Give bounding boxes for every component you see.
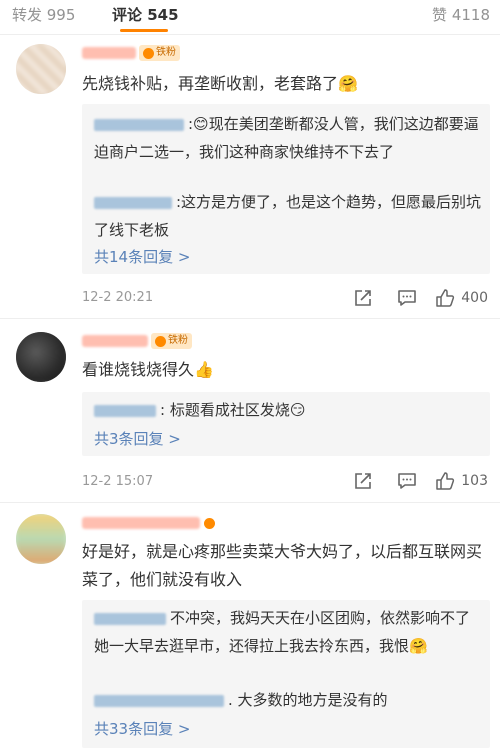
comment-text: 看谁烧钱烧得久👍 [82,360,214,379]
comment-text: 好是好，就是心疼那些卖菜大爷大妈了，以后都互联网买菜了，他们就没有收入 [82,542,483,589]
reply-box[interactable]: : 标题看成社区发烧😏 共3条回复 > [82,392,490,456]
avatar[interactable] [16,514,66,564]
share-icon [355,473,372,489]
like-button[interactable]: 400 [435,288,488,308]
reply-box[interactable]: :😊现在美团垄断都没人管，我们这边都要逼迫商户二选一，我们这种商家快维持不下去了… [82,104,490,274]
more-replies-link[interactable]: 共33条回复 > [94,718,190,739]
thumbs-up-icon [436,472,455,490]
fan-badge-icon [204,517,215,529]
reply-username[interactable] [94,118,184,131]
reply-username[interactable] [94,404,156,417]
tab-likes[interactable]: 赞 4118 [432,4,490,25]
username[interactable] [82,514,215,532]
tab-comments[interactable]: 评论 545 [112,4,179,25]
comment-text: 先烧钱补贴，再垄断收割，老套路了🤗 [82,74,358,93]
fan-badge: 铁粉 [139,45,180,61]
comment-button[interactable] [385,287,429,309]
tab-repost[interactable]: 转发 995 [12,4,75,25]
comment-divider [0,502,500,503]
username[interactable]: 铁粉 [82,332,192,350]
comment-time: 12-2 20:21 [82,290,154,305]
comment-actions: 400 [341,287,488,309]
share-icon [355,290,372,306]
reply-username[interactable] [94,612,166,625]
comment-actions: 103 [341,470,488,492]
fan-badge-icon [155,335,166,347]
like-button[interactable]: 103 [435,471,488,491]
comment-icon [398,290,417,306]
fan-badge-icon [143,47,154,59]
like-count: 103 [461,473,488,489]
avatar[interactable] [16,332,66,382]
share-button[interactable] [341,287,385,309]
thumbs-up-icon [436,289,455,307]
reply-item[interactable]: 不冲突，我妈天天在小区团购，依然影响不了她一大早去逛早市，还得拉上我去拎东西，我… [94,604,482,660]
share-button[interactable] [341,470,385,492]
comment-tabs: 转发 995 评论 545 赞 4118 [0,0,500,34]
reply-item[interactable]: :😊现在美团垄断都没人管，我们这边都要逼迫商户二选一，我们这种商家快维持不下去了 [94,110,482,166]
avatar[interactable] [16,44,66,94]
comment-button[interactable] [385,470,429,492]
active-tab-indicator [120,29,168,32]
fan-badge: 铁粉 [151,333,192,349]
reply-username[interactable] [94,196,172,209]
comment-divider [0,318,500,319]
reply-item[interactable]: . 大多数的地方是没有的 [94,686,482,714]
more-replies-link[interactable]: 共3条回复 > [94,428,181,449]
like-count: 400 [461,290,488,306]
username[interactable]: 铁粉 [82,44,180,62]
comment-icon [398,473,417,489]
more-replies-link[interactable]: 共14条回复 > [94,246,190,267]
comment-time: 12-2 15:07 [82,474,154,489]
reply-username[interactable] [94,694,224,707]
tabs-divider [0,34,500,35]
reply-item[interactable]: :这方是方便了，也是这个趋势，但愿最后别坑了线下老板 [94,188,482,244]
reply-box[interactable]: 不冲突，我妈天天在小区团购，依然影响不了她一大早去逛早市，还得拉上我去拎东西，我… [82,600,490,748]
reply-item[interactable]: : 标题看成社区发烧😏 [94,396,482,424]
